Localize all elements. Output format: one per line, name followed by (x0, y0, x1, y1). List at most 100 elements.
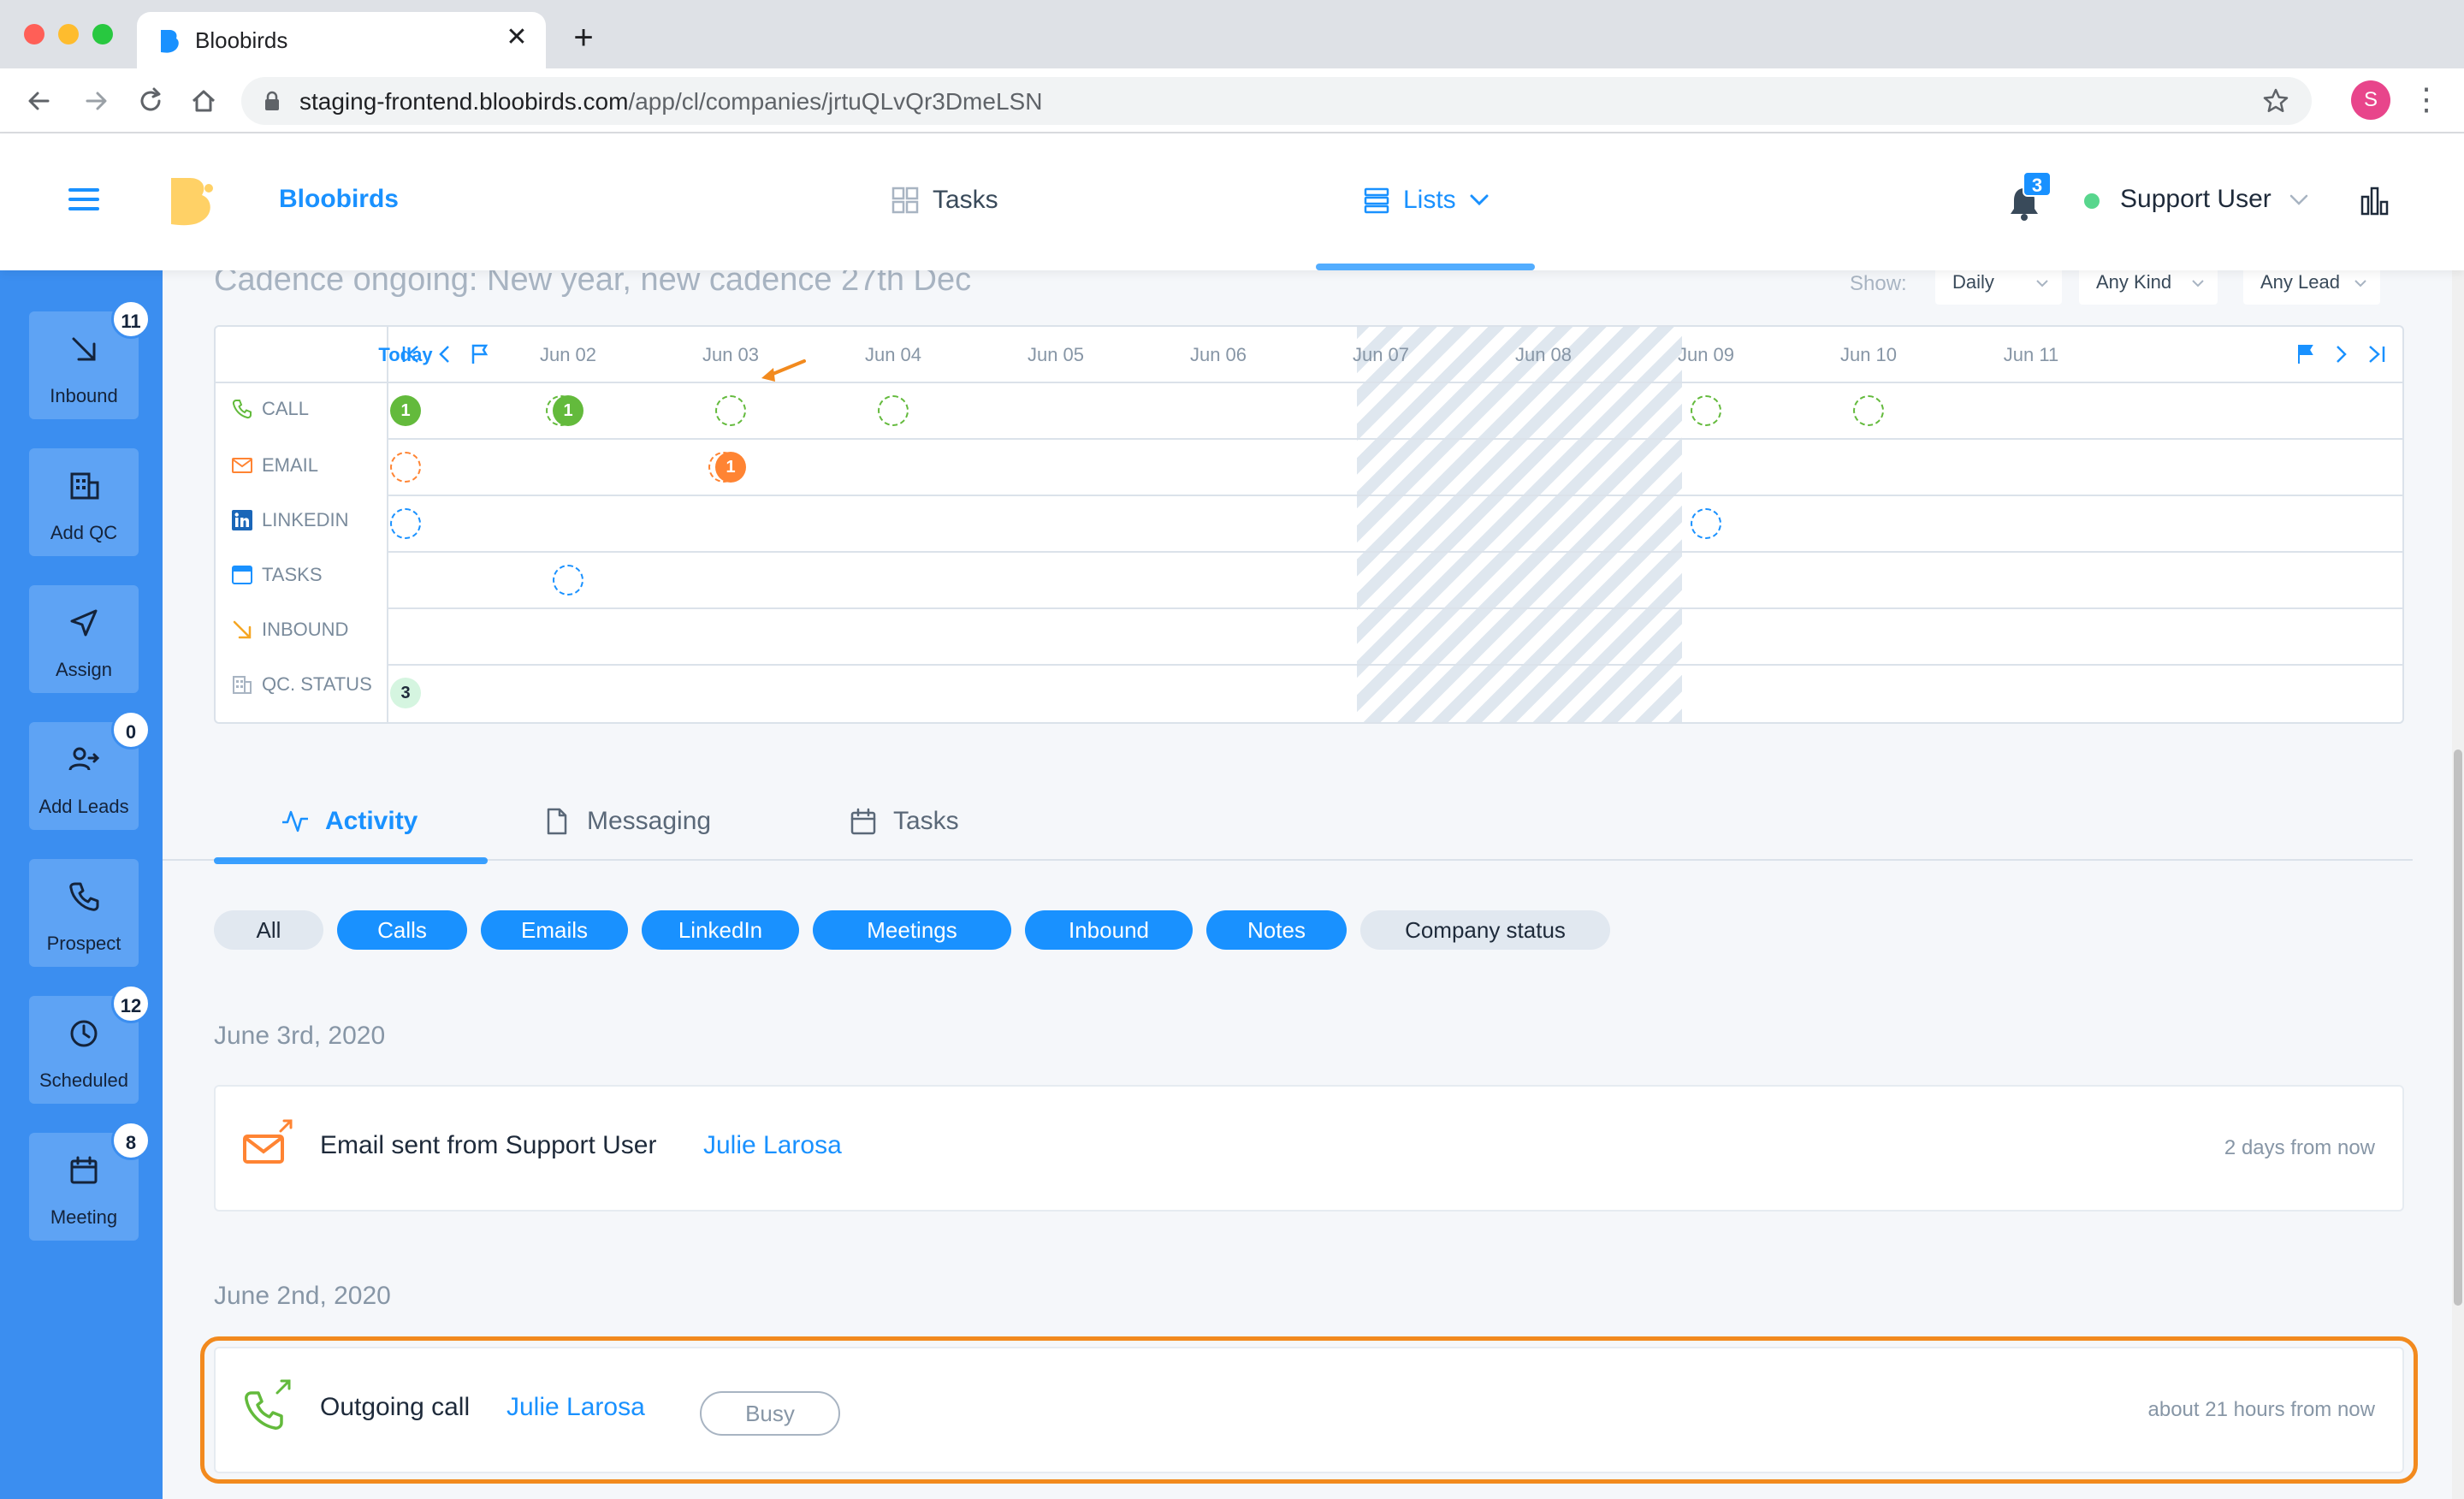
task-icon (232, 566, 252, 584)
user-chevron-down-icon[interactable] (2289, 193, 2308, 207)
row-label-linkedin: LINKEDIN (231, 505, 348, 536)
nav-lists-label: Lists (1403, 186, 1456, 214)
bookmark-star-icon[interactable] (2262, 87, 2289, 115)
call-step-ring[interactable] (715, 395, 746, 426)
qc-status-today[interactable]: 3 (390, 678, 421, 708)
annotation-highlight-box (200, 1336, 2418, 1484)
notification-count-badge: 3 (2023, 171, 2052, 197)
nav-tasks[interactable]: Tasks (891, 181, 998, 219)
browser-toolbar: staging-frontend.bloobirds.com/app/cl/co… (0, 68, 2464, 133)
day-header: Jun 02 (539, 344, 597, 365)
sidebar-item-label: Inbound (50, 385, 118, 406)
day-header: Jun 08 (1514, 344, 1573, 365)
sidebar-item-scheduled[interactable]: Scheduled 12 (29, 984, 151, 1104)
page-scrollbar-thumb[interactable] (2454, 750, 2462, 1306)
chip-all[interactable]: All (214, 910, 323, 950)
minimize-window-button[interactable] (58, 24, 79, 44)
call-step-jun02[interactable]: 1 (553, 395, 583, 426)
sidebar-item-prospect[interactable]: Prospect (29, 859, 139, 967)
browser-tab-title: Bloobirds (195, 27, 288, 53)
close-window-button[interactable] (24, 24, 44, 44)
user-menu[interactable]: Support User (2120, 185, 2272, 214)
forward-icon[interactable] (79, 84, 113, 118)
browser-profile-avatar[interactable]: S (2351, 80, 2390, 120)
phone-icon (69, 882, 99, 911)
tab-tasks[interactable]: Tasks (849, 796, 959, 847)
tab-label: Messaging (587, 807, 712, 835)
call-step-today[interactable]: 1 (390, 395, 421, 426)
row-label-call: CALL (231, 394, 309, 424)
email-step-jun03[interactable]: 1 (715, 452, 746, 483)
chip-meetings[interactable]: Meetings (813, 910, 1011, 950)
app-window: Bloobirds ✕ + staging-frontend.bloobirds… (0, 0, 2464, 1499)
next-icon[interactable] (2329, 342, 2353, 366)
row-divider (388, 438, 2402, 440)
sidebar-item-add-qc[interactable]: Add QC (29, 448, 139, 556)
chip-notes[interactable]: Notes (1206, 910, 1347, 950)
hamburger-menu-icon[interactable] (68, 187, 99, 212)
lead-select[interactable]: Any Lead (2243, 270, 2380, 305)
call-step-ring[interactable] (1853, 395, 1884, 426)
day-header: Jun 11 (2003, 344, 2059, 365)
table-divider (216, 382, 2402, 383)
flag-end-icon[interactable] (2293, 342, 2317, 366)
chevron-down-icon (2036, 280, 2048, 287)
nav-tasks-label: Tasks (933, 186, 998, 214)
back-icon[interactable] (22, 84, 56, 118)
activity-pulse-icon (282, 810, 308, 832)
row-label-text: EMAIL (262, 454, 319, 476)
nav-lists[interactable]: Lists (1364, 181, 1489, 219)
new-tab-button[interactable]: + (566, 21, 601, 55)
sidebar-item-meeting[interactable]: Meeting 8 (29, 1121, 151, 1241)
linkedin-step-ring[interactable] (1691, 508, 1721, 539)
chip-company-status[interactable]: Company status (1360, 910, 1610, 950)
sidebar-item-inbound[interactable]: Inbound 11 (29, 299, 151, 419)
mail-icon (232, 458, 252, 473)
row-label-inbound: INBOUND (231, 614, 348, 645)
day-header: Jun 09 (1677, 344, 1735, 365)
send-icon (70, 609, 98, 637)
zoom-window-button[interactable] (92, 24, 113, 44)
address-bar[interactable]: staging-frontend.bloobirds.com/app/cl/co… (241, 77, 2312, 125)
home-icon[interactable] (187, 84, 221, 118)
show-label: Show: (1850, 272, 1907, 295)
chip-linkedin[interactable]: LinkedIn (642, 910, 799, 950)
last-page-icon[interactable] (2365, 342, 2389, 366)
task-step-ring[interactable] (553, 565, 583, 595)
nav-lists-active-indicator (1316, 264, 1535, 270)
row-label-text: CALL (262, 398, 310, 419)
close-tab-icon[interactable]: ✕ (501, 22, 532, 53)
tab-activity[interactable]: Activity (281, 796, 418, 847)
day-header: Jun 10 (1839, 344, 1898, 365)
building-icon (70, 472, 99, 500)
brand-name[interactable]: Bloobirds (279, 185, 399, 214)
activity-card-email[interactable]: Email sent from Support User Julie Laros… (214, 1085, 2404, 1212)
sidebar-item-add-leads[interactable]: Add Leads 0 (29, 710, 151, 830)
scheduled-count-badge: 12 (111, 984, 151, 1023)
tab-messaging[interactable]: Messaging (542, 796, 711, 847)
bloobirds-logo-icon[interactable] (168, 175, 216, 228)
browser-tab[interactable]: Bloobirds ✕ (137, 12, 546, 68)
period-select-value: Daily (1952, 271, 1994, 293)
bar-chart-icon[interactable] (2360, 185, 2390, 216)
row-divider (388, 495, 2402, 496)
inbound-count-badge: 11 (111, 299, 151, 339)
browser-menu-icon[interactable]: ⋮ (2411, 84, 2442, 116)
chip-calls[interactable]: Calls (337, 910, 467, 950)
chip-inbound[interactable]: Inbound (1025, 910, 1193, 950)
sidebar-item-label: Meeting (50, 1206, 118, 1228)
cadence-table: Today Jun 02 Jun 03 Jun 04 Jun 05 Jun 06… (214, 325, 2404, 724)
day-header: Today (378, 344, 433, 365)
kind-select[interactable]: Any Kind (2079, 270, 2218, 305)
chip-emails[interactable]: Emails (481, 910, 628, 950)
period-select[interactable]: Daily (1935, 270, 2062, 305)
call-step-ring[interactable] (878, 395, 909, 426)
email-step-ring[interactable] (390, 452, 421, 483)
reload-icon[interactable] (133, 84, 168, 118)
sidebar-item-assign[interactable]: Assign (29, 585, 139, 693)
add-leads-count-badge: 0 (111, 710, 151, 750)
linkedin-step-ring[interactable] (390, 508, 421, 539)
clock-icon (70, 1020, 98, 1047)
call-step-ring[interactable] (1691, 395, 1721, 426)
lead-link[interactable]: Julie Larosa (703, 1131, 842, 1160)
